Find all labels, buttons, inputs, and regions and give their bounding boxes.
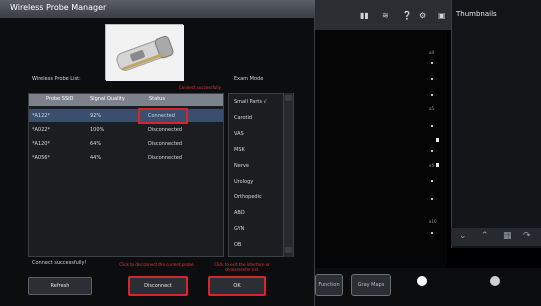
table-row[interactable]: *A122* 92% Connected (29, 109, 223, 122)
status: Disconnected (148, 127, 183, 133)
refresh-button[interactable]: Refresh (28, 277, 92, 295)
exam-mode-label: Exam Mode (234, 76, 264, 82)
disconnect-button[interactable]: Disconnect (128, 276, 188, 296)
exam-mode-scrollbar[interactable] (283, 93, 293, 257)
chevron-up-icon[interactable]: ⌃ (481, 231, 489, 241)
help-icon[interactable]: ❔ (402, 12, 412, 20)
signal-quality: 92% (90, 113, 102, 119)
exam-mode-item[interactable]: Orthopedic (234, 194, 262, 200)
depth-tick (431, 150, 433, 152)
table-row[interactable]: *A120* 64% Disconnected (29, 137, 223, 150)
exam-mode-item[interactable]: Small Parts √ (234, 99, 267, 105)
exam-mode-item[interactable]: Carotid (234, 115, 252, 121)
depth-tick (431, 180, 433, 182)
exam-mode-item[interactable]: ABD (234, 210, 245, 216)
signal-quality: 44% (90, 155, 102, 161)
exam-mode-item[interactable]: MSK (234, 147, 245, 153)
annotation-disconnect: Click to disconnect the current probe. (119, 262, 195, 267)
connect-status-text: Connect successfully! (32, 260, 87, 266)
column-header: Probe SSID (46, 96, 74, 102)
probe-image (105, 24, 184, 81)
depth-tick (431, 62, 433, 64)
thumbnails-panel (451, 0, 541, 248)
column-header: Status (149, 96, 165, 102)
annotation-ok: Click to exit the interface or choose/en… (214, 262, 270, 272)
monitor-icon[interactable]: ▣ (438, 12, 446, 20)
signal-quality: 100% (90, 127, 105, 133)
exam-mode-item[interactable]: OB (234, 242, 241, 248)
signal-quality: 64% (90, 141, 102, 147)
depth-tick (431, 125, 433, 127)
thumbnails-toolbar: ⌄ ⌃ ▦ ↷ (451, 228, 541, 246)
wireless-probe-manager-dialog: Wireless Probe Manager Wireless Probe Li… (0, 0, 315, 306)
knob-control[interactable] (490, 276, 500, 286)
probe-ssid: *A056* (32, 155, 50, 161)
ultrasound-image-area (315, 30, 447, 268)
exam-mode-item[interactable]: Urology (234, 179, 253, 185)
status: Disconnected (148, 155, 183, 161)
table-header: Probe SSID Signal Quality Status (29, 94, 223, 106)
table-row[interactable]: *A022* 100% Disconnected (29, 123, 223, 136)
exam-mode-item[interactable]: VAS (234, 131, 244, 137)
depth-mark: a10 (429, 219, 437, 224)
scroll-down-icon[interactable] (285, 247, 292, 253)
scroll-up-icon[interactable] (285, 95, 292, 101)
depth-mark: a5 (429, 106, 434, 111)
dialog-title: Wireless Probe Manager (10, 3, 107, 12)
depth-tick (431, 78, 433, 80)
annotation-connected: Connect successfully (179, 85, 221, 90)
focus-marker (436, 138, 439, 142)
settings-icon[interactable]: ⚙ (419, 12, 426, 20)
exam-mode-item[interactable]: GYN (234, 226, 244, 232)
column-header: Signal Quality (90, 96, 125, 102)
knob-control[interactable] (417, 276, 427, 286)
connected-highlight (138, 108, 188, 124)
probe-ssid: *A122* (32, 113, 50, 119)
export-icon[interactable]: ↷ (523, 231, 531, 241)
battery-icon: ▮▮ (360, 11, 369, 20)
probe-table: Probe SSID Signal Quality Status *A122* … (28, 93, 224, 257)
depth-mark: a4 (429, 50, 434, 55)
chevron-down-icon[interactable]: ⌄ (459, 231, 467, 241)
grid-icon[interactable]: ▦ (503, 231, 512, 241)
wifi-icon: ≋ (382, 11, 389, 20)
probe-list-label: Wireless Probe List: (32, 76, 81, 82)
table-row[interactable]: *A056* 44% Disconnected (29, 151, 223, 164)
exam-mode-item[interactable]: Nerve (234, 163, 249, 169)
depth-tick (431, 198, 433, 200)
dialog-titlebar: Wireless Probe Manager (0, 0, 315, 18)
depth-tick (431, 232, 433, 234)
focus-marker (436, 163, 439, 167)
ok-button[interactable]: OK (208, 276, 266, 296)
gray-maps-button[interactable]: Gray Maps (351, 274, 391, 296)
status: Disconnected (148, 141, 183, 147)
probe-ssid: *A120* (32, 141, 50, 147)
function-button[interactable]: Function (315, 274, 343, 296)
depth-tick (431, 94, 433, 96)
probe-ssid: *A022* (32, 127, 50, 133)
depth-mark: e5 (429, 163, 435, 168)
thumbnails-title: Thumbnails (456, 10, 497, 18)
